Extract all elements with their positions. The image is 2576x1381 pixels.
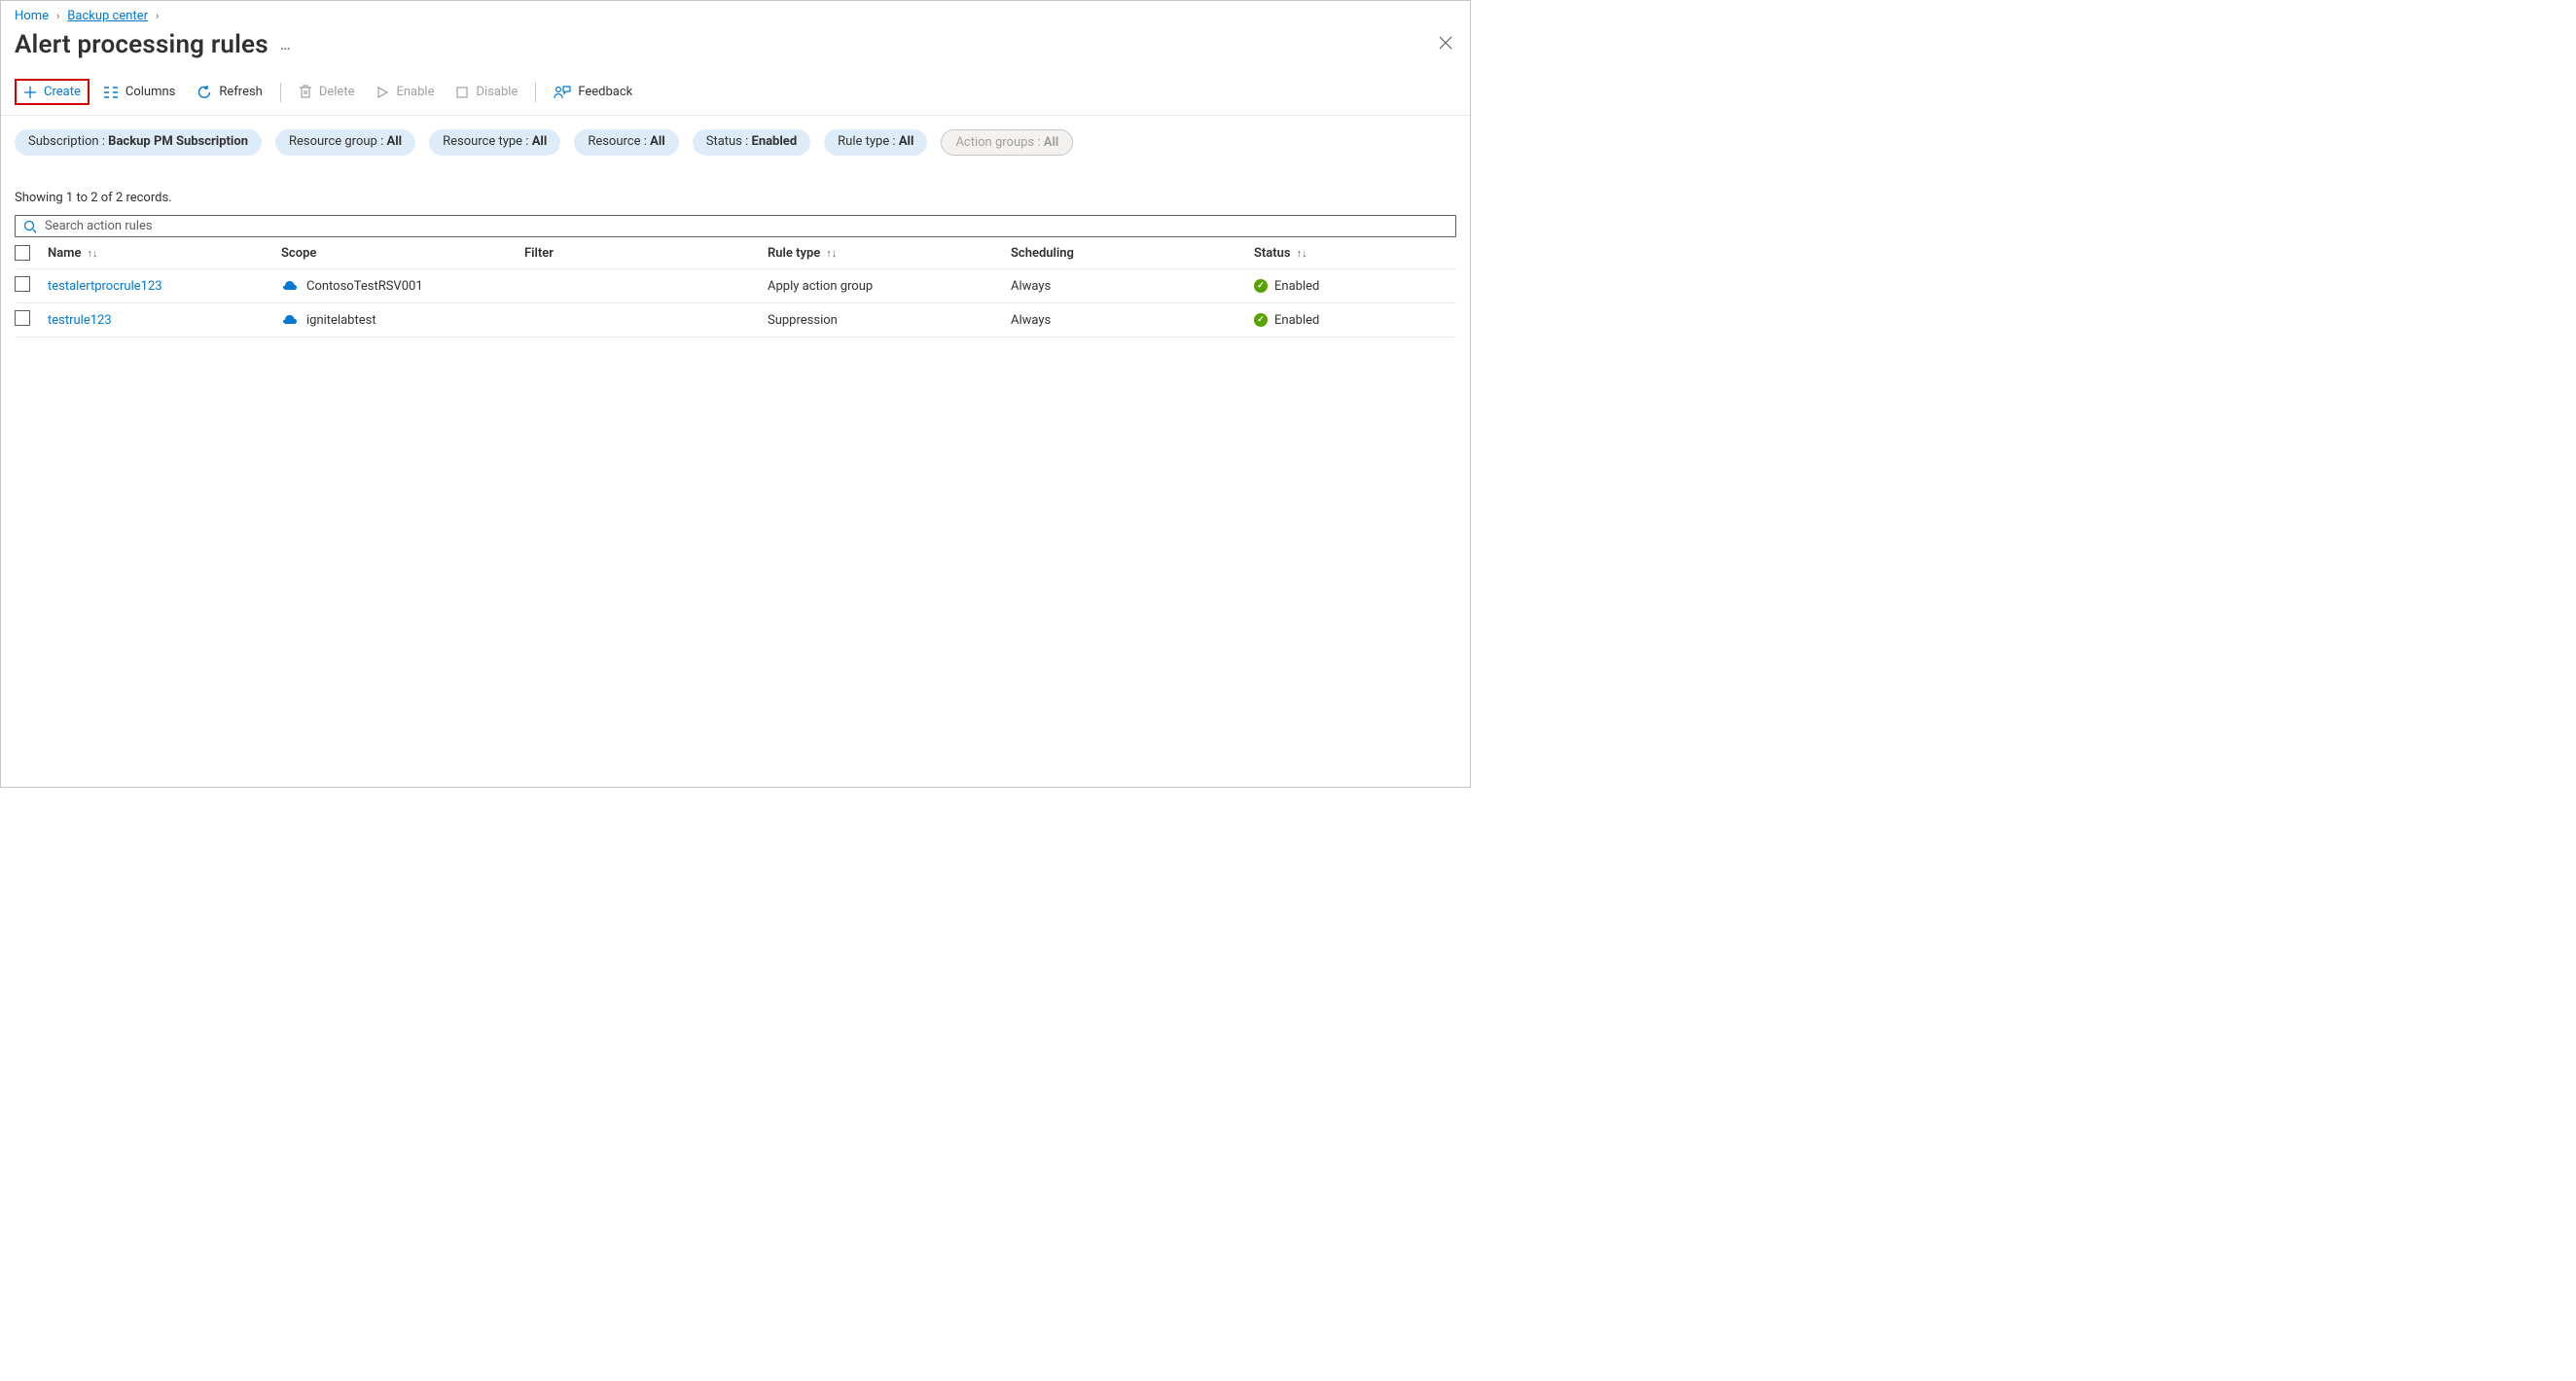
delete-label: Delete [319,85,355,99]
play-icon [376,86,389,99]
breadcrumb-home[interactable]: Home [15,9,49,23]
ruletype-cell: Apply action group [768,279,1011,294]
create-button[interactable]: Create [15,79,89,105]
column-header-scheduling[interactable]: Scheduling [1011,246,1254,261]
column-label: Scheduling [1011,246,1074,261]
column-header-scope[interactable]: Scope [281,246,524,261]
breadcrumb-backup-center[interactable]: Backup center [67,9,148,23]
row-checkbox[interactable] [15,276,30,292]
rule-name-link[interactable]: testalertprocrule123 [48,279,162,294]
column-label: Name [48,246,81,261]
toolbar-separator [280,83,281,102]
filter-bar: Subscription : Backup PM Subscription Re… [1,116,1470,163]
enable-button[interactable]: Enable [368,80,442,104]
person-feedback-icon [554,85,571,100]
search-input[interactable] [45,219,1448,233]
stop-icon [455,86,469,99]
column-label: Filter [524,246,554,261]
feedback-label: Feedback [578,85,632,99]
column-header-name[interactable]: Name ↑↓ [48,246,281,261]
filter-label: Resource type : [443,134,532,149]
vault-icon [281,311,299,329]
filter-value: All [386,134,402,149]
trash-icon [299,85,312,99]
feedback-button[interactable]: Feedback [546,80,640,105]
table-row: testrule123 ignitelabtest Suppression Al… [15,303,1456,337]
close-icon [1439,36,1452,50]
search-bar[interactable] [15,215,1456,237]
plus-icon [23,86,37,99]
status-text: Enabled [1274,279,1319,294]
results-grid: Name ↑↓ Scope Filter Rule type ↑↓ Schedu… [15,237,1456,337]
filter-label: Action groups : [955,135,1043,150]
select-all-checkbox[interactable] [15,245,30,261]
refresh-icon [197,85,212,100]
filter-action-groups: Action groups : All [941,129,1073,156]
breadcrumb-separator: › [56,10,59,22]
filter-label: Resource group : [289,134,386,149]
breadcrumb: Home › Backup center › [1,1,1470,27]
more-button[interactable]: … [280,35,293,53]
page-title: Alert processing rules … [15,30,293,59]
vault-icon [281,277,299,295]
rule-name-link[interactable]: testrule123 [48,313,112,328]
close-button[interactable] [1435,27,1456,61]
sort-icon: ↑↓ [826,247,837,260]
grid-header: Name ↑↓ Scope Filter Rule type ↑↓ Schedu… [15,237,1456,269]
column-header-status[interactable]: Status ↑↓ [1254,246,1456,261]
column-header-filter[interactable]: Filter [524,246,768,261]
toolbar: Create Columns Refresh Delete Enable Dis… [1,79,1470,116]
filter-value: All [899,134,914,149]
columns-button[interactable]: Columns [95,80,184,104]
scope-text: ignitelabtest [306,313,376,328]
disable-label: Disable [476,85,518,99]
records-count: Showing 1 to 2 of 2 records. [1,163,1470,215]
search-icon [23,220,37,233]
page-title-text: Alert processing rules [15,30,268,59]
filter-label: Rule type : [838,134,899,149]
toolbar-separator [535,83,536,102]
filter-status[interactable]: Status : Enabled [693,129,810,156]
table-row: testalertprocrule123 ContosoTestRSV001 A… [15,269,1456,303]
filter-label: Subscription : [28,134,108,149]
filter-label: Status : [706,134,752,149]
status-text: Enabled [1274,313,1319,328]
filter-value: All [532,134,548,149]
create-label: Create [44,85,81,99]
scheduling-cell: Always [1011,279,1254,294]
breadcrumb-separator: › [156,10,159,22]
filter-subscription[interactable]: Subscription : Backup PM Subscription [15,129,262,156]
filter-resource[interactable]: Resource : All [574,129,678,156]
filter-value: All [1044,135,1059,150]
filter-resource-group[interactable]: Resource group : All [275,129,415,156]
filter-resource-type[interactable]: Resource type : All [429,129,560,156]
status-enabled-icon: ✓ [1254,313,1268,327]
filter-label: Resource : [588,134,650,149]
column-label: Rule type [768,246,820,261]
filter-value: Backup PM Subscription [108,134,248,149]
ruletype-cell: Suppression [768,313,1011,328]
status-enabled-icon: ✓ [1254,279,1268,293]
disable-button[interactable]: Disable [447,80,525,104]
sort-icon: ↑↓ [1297,247,1307,260]
refresh-label: Refresh [219,85,262,99]
delete-button[interactable]: Delete [291,80,363,104]
column-header-ruletype[interactable]: Rule type ↑↓ [768,246,1011,261]
filter-rule-type[interactable]: Rule type : All [824,129,927,156]
column-label: Scope [281,246,316,261]
filter-value: Enabled [752,134,798,149]
row-checkbox[interactable] [15,310,30,326]
columns-icon [103,86,119,99]
scheduling-cell: Always [1011,313,1254,328]
refresh-button[interactable]: Refresh [189,80,269,105]
sort-icon: ↑↓ [87,247,97,260]
enable-label: Enable [396,85,434,99]
scope-text: ContosoTestRSV001 [306,279,423,294]
filter-value: All [650,134,665,149]
columns-label: Columns [125,85,176,99]
column-label: Status [1254,246,1291,261]
